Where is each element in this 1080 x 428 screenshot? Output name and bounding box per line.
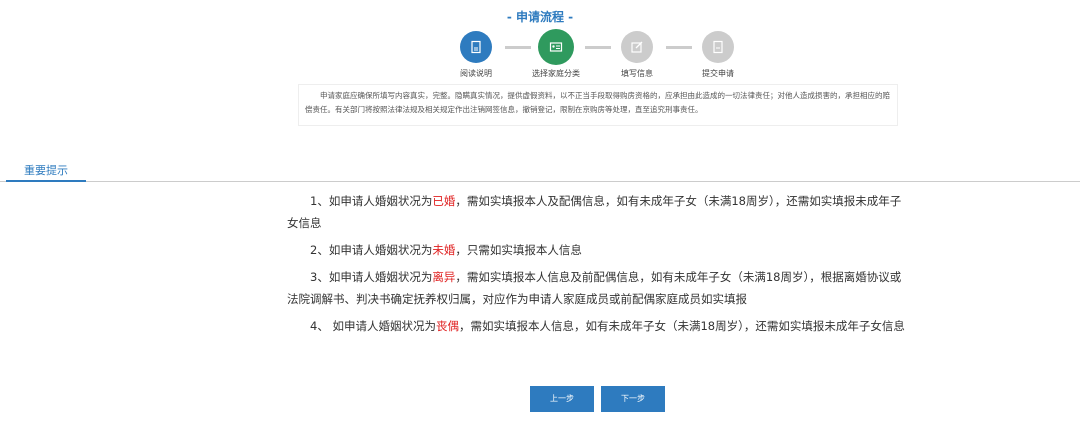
marital-status: 丧偶	[435, 319, 459, 333]
step-label: 选择家庭分类	[532, 69, 580, 78]
tab-bar: 重要提示	[0, 162, 1080, 182]
item-text: ，只需如实填报本人信息	[455, 243, 582, 257]
item-text: 4、 如申请人婚姻状况为	[310, 319, 436, 333]
marital-status: 离异	[432, 270, 456, 284]
notice-item: 2、如申请人婚姻状况为未婚，只需如实填报本人信息	[287, 239, 912, 261]
prev-step-button[interactable]: 上一步	[530, 386, 594, 412]
process-title: - 申请流程 -	[506, 10, 574, 24]
step-fill-info: 填写信息	[602, 31, 672, 79]
marital-status: 已婚	[432, 194, 456, 208]
step-submit: 提交申请	[683, 31, 753, 79]
step-choose-family-type: 选择家庭分类	[521, 29, 591, 79]
item-text: 3、如申请人婚姻状况为	[310, 270, 433, 284]
notice-items: 1、如申请人婚姻状况为已婚，需如实填报本人及配偶信息，如有未成年子女（未满18周…	[287, 190, 912, 342]
progress-steps: 阅读说明 选择家庭分类 填写信息 提交申请	[455, 29, 755, 81]
notice-item: 3、如申请人婚姻状况为离异，需如实填报本人信息及前配偶信息，如有未成年子女（未满…	[287, 266, 912, 310]
notice-item: 1、如申请人婚姻状况为已婚，需如实填报本人及配偶信息，如有未成年子女（未满18周…	[287, 190, 912, 234]
item-text: ，需如实填报本人信息，如有未成年子女（未满18周岁），还需如实填报未成年子女信息	[458, 319, 905, 333]
id-card-icon	[538, 29, 574, 65]
edit-icon	[621, 31, 653, 63]
item-text: 1、如申请人婚姻状况为	[310, 194, 433, 208]
item-text: 2、如申请人婚姻状况为	[310, 243, 433, 257]
legal-notice: 申请家庭应确保所填写内容真实，完整。隐瞒真实情况，提供虚假资料，以不正当手段取得…	[298, 84, 898, 126]
tab-important-notice[interactable]: 重要提示	[6, 162, 86, 182]
step-read-instructions: 阅读说明	[441, 31, 511, 79]
next-step-button[interactable]: 下一步	[601, 386, 665, 412]
step-label: 提交申请	[702, 69, 734, 78]
notice-item: 4、 如申请人婚姻状况为丧偶，需如实填报本人信息，如有未成年子女（未满18周岁）…	[287, 315, 912, 337]
document-icon	[460, 31, 492, 63]
document-icon	[702, 31, 734, 63]
step-label: 阅读说明	[460, 69, 492, 78]
step-label: 填写信息	[621, 69, 653, 78]
marital-status: 未婚	[432, 243, 456, 257]
